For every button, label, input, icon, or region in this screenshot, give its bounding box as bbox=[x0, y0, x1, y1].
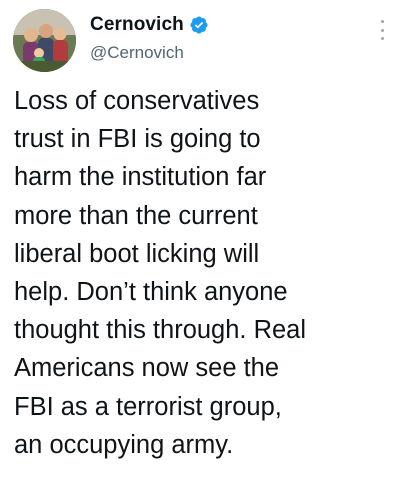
tweet-text: Loss of conservatives trust in FBI is go… bbox=[14, 82, 399, 464]
tweet-text-line: trust in FBI is going to bbox=[14, 125, 261, 154]
verified-badge-icon bbox=[190, 16, 208, 34]
tweet-text-line: Americans now see the bbox=[14, 354, 280, 383]
tweet-text-line: harm the institution far bbox=[14, 163, 267, 192]
tweet-card: Cernovich @Cernovich Loss of conservativ… bbox=[0, 0, 403, 500]
tweet-text-line: help. Don’t think anyone bbox=[14, 278, 288, 307]
tweet-text-line: FBI as a terrorist group, bbox=[14, 392, 282, 421]
tweet-text-line: an occupying army. bbox=[14, 430, 234, 459]
tweet-text-line: more than the current bbox=[14, 201, 258, 230]
tweet-text-line: thought this through. Real bbox=[14, 316, 307, 345]
tweet-text-line: liberal boot licking will bbox=[14, 239, 260, 268]
dot-icon bbox=[380, 28, 384, 32]
author-handle[interactable]: @Cernovich bbox=[90, 43, 184, 63]
dot-icon bbox=[380, 37, 384, 40]
tweet-text-line: Loss of conservatives bbox=[14, 87, 260, 115]
author-display-name[interactable]: Cernovich bbox=[90, 14, 184, 36]
author-name-row: Cernovich bbox=[90, 12, 209, 38]
dot-icon bbox=[380, 20, 384, 23]
profile-photo-icon bbox=[13, 9, 76, 72]
avatar[interactable] bbox=[13, 9, 76, 72]
more-options-icon[interactable] bbox=[379, 20, 385, 40]
